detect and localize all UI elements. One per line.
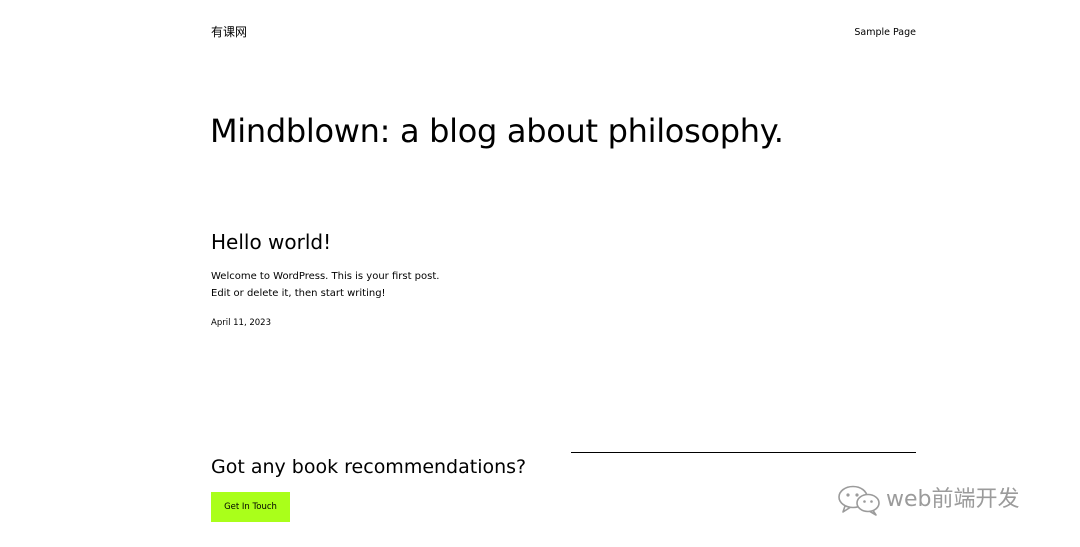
page-title: Mindblown: a blog about philosophy. bbox=[210, 112, 784, 150]
post-date: April 11, 2023 bbox=[211, 318, 271, 328]
footer-heading: Got any book recommendations? bbox=[211, 456, 527, 478]
post-excerpt: Welcome to WordPress. This is your first… bbox=[211, 268, 471, 302]
wechat-icon bbox=[836, 484, 882, 516]
watermark-text: web前端开发 bbox=[886, 487, 1020, 512]
get-in-touch-button[interactable]: Get In Touch bbox=[211, 492, 290, 522]
nav-link-sample-page[interactable]: Sample Page bbox=[854, 26, 916, 40]
page: 有课网 Sample Page Mindblown: a blog about … bbox=[0, 0, 1080, 547]
footer-divider bbox=[571, 452, 916, 453]
post-excerpt-line-1: Welcome to WordPress. This is your first… bbox=[211, 271, 440, 282]
watermark: web前端开发 bbox=[836, 484, 1020, 516]
post-title-link[interactable]: Hello world! bbox=[211, 228, 331, 256]
post-excerpt-line-2: Edit or delete it, then start writing! bbox=[211, 288, 386, 299]
site-title[interactable]: 有课网 bbox=[211, 24, 247, 40]
